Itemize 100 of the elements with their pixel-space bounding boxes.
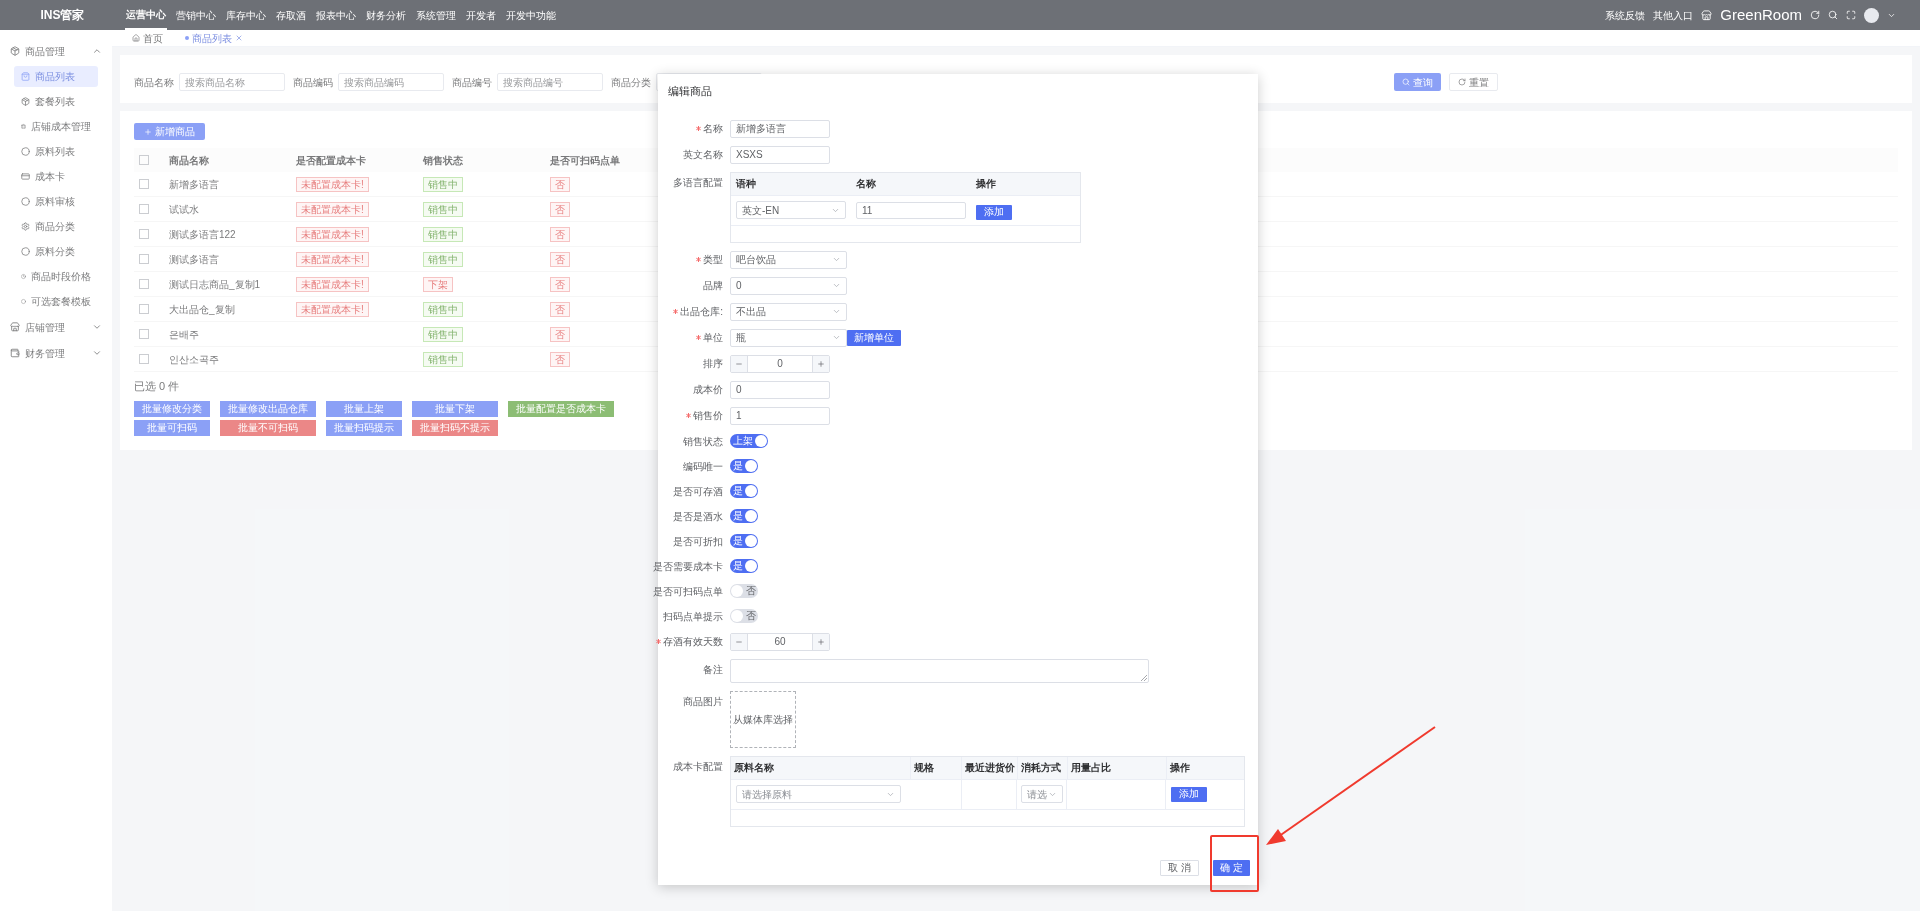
add-button[interactable]: 添加 bbox=[1171, 786, 1207, 802]
sidebar-item[interactable]: 原料审核 bbox=[14, 191, 98, 212]
batch-action-button[interactable]: 批量扫码不提示 bbox=[412, 419, 498, 436]
toggle-switch[interactable]: 否 bbox=[730, 609, 758, 623]
select-field[interactable]: 0 bbox=[730, 276, 847, 295]
name-field[interactable]: 11 bbox=[856, 201, 966, 219]
status-tag: 否 bbox=[550, 276, 570, 292]
batch-action-button[interactable]: 批量扫码提示 bbox=[326, 419, 402, 436]
checkbox[interactable] bbox=[139, 354, 149, 364]
add-product-button[interactable]: 新增商品 bbox=[134, 123, 205, 140]
filter-label: 商品编号 bbox=[452, 75, 492, 90]
checkbox[interactable] bbox=[139, 204, 149, 214]
nav-tab[interactable]: 营销中心 bbox=[175, 0, 217, 30]
number-stepper[interactable]: 60 bbox=[730, 632, 830, 651]
add-unit-button[interactable]: 新增单位 bbox=[847, 329, 901, 346]
add-button[interactable]: 添加 bbox=[976, 204, 1012, 220]
highlight-frame bbox=[1210, 835, 1259, 892]
select-field[interactable]: 英文-EN bbox=[736, 201, 846, 219]
close-icon[interactable] bbox=[235, 34, 243, 42]
select-field[interactable]: 吧台饮品 bbox=[730, 250, 847, 269]
text-field[interactable]: 0 bbox=[730, 380, 830, 399]
toggle-switch[interactable]: 否 bbox=[730, 584, 758, 598]
sidebar-item[interactable]: 可选套餐模板 bbox=[14, 291, 98, 312]
sidebar-item[interactable]: 商品分类 bbox=[14, 216, 98, 237]
batch-action-button[interactable]: 批量上架 bbox=[326, 400, 402, 417]
batch-action-button[interactable]: 批量不可扫码 bbox=[220, 419, 316, 436]
field-label: 商品图片 bbox=[683, 694, 723, 709]
sidebar-item[interactable]: 商品时段价格 bbox=[14, 266, 98, 287]
avatar[interactable] bbox=[1864, 7, 1879, 23]
sidebar-item[interactable]: 商品列表 bbox=[14, 66, 98, 87]
store-name[interactable]: GreenRoom bbox=[1720, 3, 1802, 27]
toggle-switch[interactable]: 是 bbox=[730, 534, 758, 548]
toggle-switch[interactable]: 是 bbox=[730, 459, 758, 473]
text-field[interactable]: XSXS bbox=[730, 145, 830, 164]
text-field[interactable]: 1 bbox=[730, 406, 830, 425]
sidebar-group[interactable]: 商品管理 bbox=[25, 43, 87, 59]
sidebar-group[interactable]: 店铺管理 bbox=[25, 319, 87, 335]
sidebar-item[interactable]: 店铺成本管理 bbox=[14, 116, 98, 137]
sidebar-item[interactable]: 原料列表 bbox=[14, 141, 98, 162]
filter-field[interactable]: 搜索商品名称 bbox=[179, 73, 285, 91]
batch-action-button[interactable]: 批量修改出品仓库 bbox=[220, 400, 316, 417]
sidebar-item[interactable]: 套餐列表 bbox=[14, 91, 98, 112]
text-field[interactable]: 新增多语言 bbox=[730, 119, 830, 138]
field-label: 是否是酒水 bbox=[673, 509, 723, 524]
nav-tab[interactable]: 系统管理 bbox=[415, 0, 457, 30]
toggle-switch[interactable]: 上架 bbox=[730, 434, 768, 448]
store-icon bbox=[1701, 9, 1713, 21]
nav-tab[interactable]: 财务分析 bbox=[365, 0, 407, 30]
table-cell: 试试水 bbox=[169, 203, 199, 215]
select-field[interactable]: 请选 bbox=[1021, 785, 1063, 803]
toggle-switch[interactable]: 是 bbox=[730, 509, 758, 523]
filter-field[interactable]: 搜索商品编号 bbox=[497, 73, 603, 91]
chevron-down-icon bbox=[832, 255, 841, 264]
nav-tab[interactable]: 存取酒 bbox=[275, 0, 307, 30]
checkbox[interactable] bbox=[139, 229, 149, 239]
field-label: 多语言配置 bbox=[673, 175, 723, 190]
fullscreen-icon[interactable] bbox=[1846, 10, 1856, 20]
select-field[interactable]: 请选择原料 bbox=[736, 785, 901, 803]
nav-tab[interactable]: 库存中心 bbox=[225, 0, 267, 30]
confirm-button[interactable]: 确 定 bbox=[1213, 860, 1250, 876]
sidebar-item[interactable]: 原料分类 bbox=[14, 241, 98, 262]
header-link[interactable]: 其他入口 bbox=[1653, 7, 1694, 23]
bag-icon bbox=[21, 72, 30, 81]
number-stepper[interactable]: 0 bbox=[730, 354, 830, 373]
select-field[interactable]: 瓶 bbox=[730, 328, 847, 347]
page-tab[interactable]: 首页 bbox=[128, 30, 167, 46]
nav-tab[interactable]: 开发者 bbox=[465, 0, 497, 30]
package-icon bbox=[10, 46, 20, 56]
field-label: 名称 bbox=[703, 122, 723, 136]
status-tag: 否 bbox=[550, 226, 570, 242]
batch-action-button[interactable]: 批量下架 bbox=[412, 400, 498, 417]
reset-button[interactable]: 重置 bbox=[1449, 73, 1498, 91]
checkbox[interactable] bbox=[139, 329, 149, 339]
select-field[interactable]: 不出品 bbox=[730, 302, 847, 321]
remark-field[interactable] bbox=[730, 658, 1149, 683]
table-cell: 은배주 bbox=[169, 328, 199, 340]
batch-action-button[interactable]: 批量可扫码 bbox=[134, 419, 210, 436]
toggle-switch[interactable]: 是 bbox=[730, 559, 758, 573]
nav-tab[interactable]: 开发中功能 bbox=[505, 0, 557, 30]
query-button[interactable]: 查询 bbox=[1394, 73, 1441, 91]
cancel-button[interactable]: 取 消 bbox=[1160, 860, 1200, 876]
toggle-switch[interactable]: 是 bbox=[730, 484, 758, 498]
filter-field[interactable]: 搜索商品编码 bbox=[338, 73, 444, 91]
search-icon[interactable] bbox=[1828, 10, 1838, 20]
field-label: 销售价 bbox=[693, 409, 723, 423]
checkbox[interactable] bbox=[139, 155, 149, 165]
batch-action-button[interactable]: 批量修改分类 bbox=[134, 400, 210, 417]
sidebar-group[interactable]: 财务管理 bbox=[25, 345, 87, 361]
checkbox[interactable] bbox=[139, 279, 149, 289]
page-tab[interactable]: 商品列表 bbox=[181, 30, 247, 46]
field-label: 是否可折扣 bbox=[673, 534, 723, 549]
home-icon bbox=[132, 34, 140, 42]
image-upload-box[interactable]: 从媒体库选择 bbox=[730, 690, 796, 748]
checkbox[interactable] bbox=[139, 254, 149, 264]
header-link[interactable]: 系统反馈 bbox=[1605, 7, 1646, 23]
checkbox[interactable] bbox=[139, 179, 149, 189]
sidebar-item[interactable]: 成本卡 bbox=[14, 166, 98, 187]
checkbox[interactable] bbox=[139, 304, 149, 314]
refresh-icon[interactable] bbox=[1810, 10, 1820, 20]
nav-tab[interactable]: 报表中心 bbox=[315, 0, 357, 30]
